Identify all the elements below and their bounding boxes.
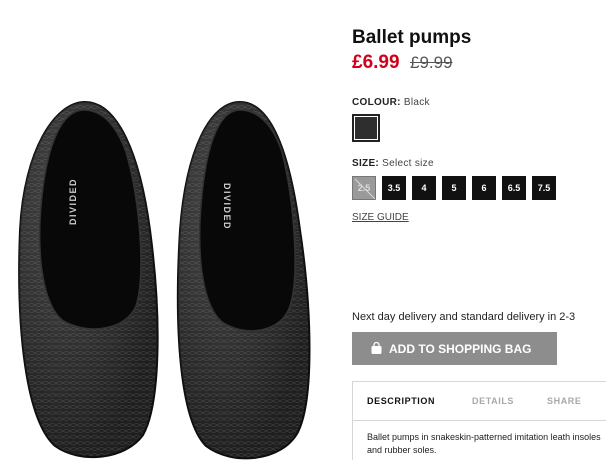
tab-description[interactable]: DESCRIPTION: [367, 396, 435, 406]
shopping-bag-icon: [370, 341, 383, 355]
size-option-3-5[interactable]: 3.5: [382, 176, 406, 200]
description-text: Ballet pumps in snakeskin-patterned imit…: [367, 432, 601, 455]
size-option-5[interactable]: 5: [442, 176, 466, 200]
size-option-label: 5: [451, 183, 457, 193]
size-placeholder: Select size: [382, 158, 434, 169]
colour-swatch-fill: [355, 117, 377, 139]
size-option-2-5[interactable]: 2.5: [352, 176, 376, 200]
delivery-info: Next day delivery and standard delivery …: [352, 311, 576, 323]
size-label: SIZE: Select size: [352, 158, 434, 169]
tab-details[interactable]: DETAILS: [472, 396, 514, 406]
info-tabs: DESCRIPTION DETAILS SHARE: [353, 382, 606, 421]
price-block: £6.99 £9.99: [352, 52, 453, 74]
info-tabs-box: DESCRIPTION DETAILS SHARE Ballet pumps i…: [352, 381, 606, 460]
colour-value: Black: [403, 97, 430, 108]
colour-swatch-black[interactable]: [352, 114, 380, 142]
size-option-label: 2.5: [357, 183, 371, 193]
size-label-title: SIZE:: [352, 158, 380, 169]
left-shoe: DIVIDED: [18, 100, 159, 459]
size-option-6-5[interactable]: 6.5: [502, 176, 526, 200]
size-option-4[interactable]: 4: [412, 176, 436, 200]
size-option-6[interactable]: 6: [472, 176, 496, 200]
size-guide-link[interactable]: SIZE GUIDE: [352, 212, 409, 223]
product-title: Ballet pumps: [352, 27, 472, 48]
size-option-7-5[interactable]: 7.5: [532, 176, 556, 200]
size-option-label: 6: [481, 183, 487, 193]
size-options: 2.5 3.5 4 5 6 6.5 7.5: [352, 176, 556, 200]
price-current: £6.99: [352, 52, 400, 73]
size-option-label: 7.5: [537, 183, 551, 193]
size-option-label: 6.5: [507, 183, 521, 193]
price-original: £9.99: [410, 53, 453, 72]
colour-label-title: COLOUR:: [352, 97, 401, 108]
right-shoe: DIVIDED: [176, 100, 311, 460]
size-option-label: 3.5: [387, 183, 401, 193]
add-to-bag-button[interactable]: ADD TO SHOPPING BAG: [352, 332, 557, 365]
product-image[interactable]: DIVIDED DIVIDED: [0, 80, 330, 460]
left-shoe-brand-text: DIVIDED: [68, 178, 78, 225]
size-option-label: 4: [421, 183, 427, 193]
tab-share[interactable]: SHARE: [547, 396, 582, 406]
add-to-bag-label: ADD TO SHOPPING BAG: [389, 341, 532, 356]
right-shoe-brand-text: DIVIDED: [222, 183, 232, 230]
product-details-panel: Ballet pumps £6.99 £9.99 COLOUR: Black S…: [352, 0, 606, 460]
colour-label: COLOUR: Black: [352, 97, 430, 108]
